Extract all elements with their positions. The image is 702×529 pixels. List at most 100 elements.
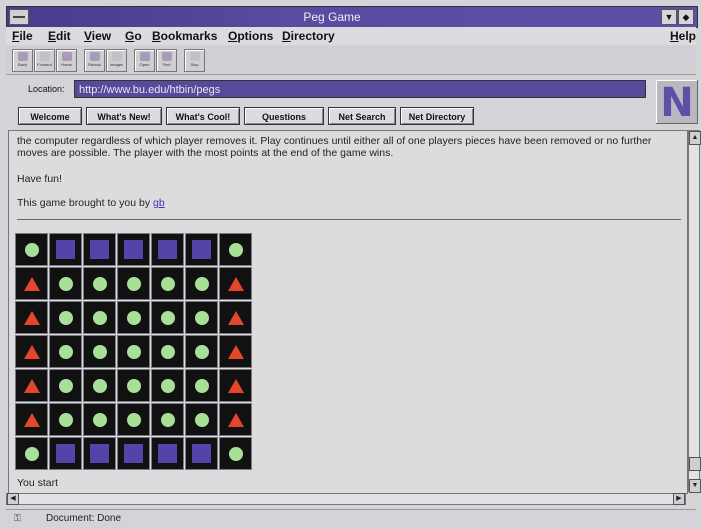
status-text: Document: Done	[46, 513, 122, 524]
board-cell[interactable]	[219, 267, 252, 300]
board-cell[interactable]	[151, 369, 184, 402]
green-peg-icon	[93, 345, 107, 359]
horizontal-scrollbar[interactable]: ◀ ▶	[6, 493, 686, 505]
green-peg-icon	[59, 311, 73, 325]
menu-file[interactable]: File	[12, 29, 33, 43]
board-cell[interactable]	[49, 369, 82, 402]
red-triangle-piece-icon	[24, 277, 40, 291]
menu-edit[interactable]: Edit	[48, 29, 71, 43]
scroll-right-icon[interactable]: ▶	[673, 493, 685, 505]
green-peg-icon	[59, 413, 73, 427]
welcome-button[interactable]: Welcome	[18, 107, 82, 125]
scroll-up-icon[interactable]: ▲	[689, 131, 701, 145]
green-peg-icon	[161, 311, 175, 325]
board-cell[interactable]	[151, 335, 184, 368]
board-cell[interactable]	[15, 335, 48, 368]
board-cell[interactable]	[117, 301, 150, 334]
you-start-text: You start	[17, 477, 59, 489]
board-cell[interactable]	[49, 403, 82, 436]
menu-view[interactable]: View	[84, 29, 111, 43]
board-cell[interactable]	[117, 335, 150, 368]
board-cell[interactable]	[151, 403, 184, 436]
green-peg-icon	[195, 277, 209, 291]
board-cell[interactable]	[151, 437, 184, 470]
board-cell[interactable]	[219, 301, 252, 334]
board-cell[interactable]	[219, 369, 252, 402]
menu-directory[interactable]: Directory	[282, 29, 335, 43]
board-cell[interactable]	[117, 437, 150, 470]
board-cell[interactable]	[151, 267, 184, 300]
blue-square-piece-icon	[124, 444, 143, 463]
credit-prefix: This game brought to you by	[17, 197, 153, 209]
board-cell[interactable]	[49, 267, 82, 300]
board-cell[interactable]	[15, 403, 48, 436]
board-cell[interactable]	[83, 335, 116, 368]
green-peg-icon	[127, 379, 141, 393]
green-peg-icon	[161, 379, 175, 393]
board-cell[interactable]	[219, 403, 252, 436]
board-cell[interactable]	[185, 369, 218, 402]
location-input[interactable]: http://www.bu.edu/htbin/pegs	[74, 80, 646, 98]
board-cell[interactable]	[185, 335, 218, 368]
blue-square-piece-icon	[158, 444, 177, 463]
stop-button[interactable]: Stop	[184, 49, 205, 72]
board-cell[interactable]	[83, 369, 116, 402]
questions-button[interactable]: Questions	[244, 107, 324, 125]
whats-cool-button[interactable]: What's Cool!	[166, 107, 240, 125]
board-cell[interactable]	[15, 369, 48, 402]
scroll-left-icon[interactable]: ◀	[7, 493, 19, 505]
board-cell[interactable]	[117, 403, 150, 436]
board-cell[interactable]	[49, 301, 82, 334]
home-button[interactable]: Home	[56, 49, 77, 72]
scroll-thumb[interactable]	[689, 457, 701, 471]
menu-help[interactable]: Help	[670, 29, 696, 43]
back-button[interactable]: Back	[12, 49, 33, 72]
board-cell[interactable]	[83, 267, 116, 300]
find-button[interactable]: Find	[156, 49, 177, 72]
green-peg-icon	[161, 277, 175, 291]
board-cell[interactable]	[117, 369, 150, 402]
board-cell[interactable]	[49, 233, 82, 266]
board-cell[interactable]	[151, 301, 184, 334]
whats-new-button[interactable]: What's New!	[86, 107, 162, 125]
board-cell[interactable]	[49, 437, 82, 470]
images-button[interactable]: Images	[106, 49, 127, 72]
board-cell[interactable]	[185, 267, 218, 300]
credit-link[interactable]: gb	[153, 197, 165, 209]
board-cell[interactable]	[219, 335, 252, 368]
board-cell[interactable]	[185, 301, 218, 334]
board-cell[interactable]	[185, 403, 218, 436]
minimize-icon[interactable]: ▼	[661, 9, 677, 25]
board-cell[interactable]	[15, 267, 48, 300]
board-cell[interactable]	[117, 233, 150, 266]
board-cell[interactable]	[49, 335, 82, 368]
board-cell[interactable]	[83, 403, 116, 436]
status-bar: ⚿ Document: Done	[6, 509, 696, 526]
board-cell[interactable]	[185, 437, 218, 470]
scroll-down-icon[interactable]: ▼	[689, 479, 701, 493]
board-cell[interactable]	[151, 233, 184, 266]
green-peg-icon	[195, 413, 209, 427]
home-icon	[61, 52, 72, 61]
forward-button[interactable]: Forward	[34, 49, 55, 72]
menu-options[interactable]: Options	[228, 29, 273, 43]
board-cell[interactable]	[83, 301, 116, 334]
menu-bookmarks[interactable]: Bookmarks	[152, 29, 217, 43]
board-cell[interactable]	[83, 437, 116, 470]
board-cell[interactable]	[219, 233, 252, 266]
board-cell[interactable]	[117, 267, 150, 300]
net-search-button[interactable]: Net Search	[328, 107, 396, 125]
board-cell[interactable]	[15, 233, 48, 266]
reload-button[interactable]: Reload	[84, 49, 105, 72]
net-directory-button[interactable]: Net Directory	[400, 107, 474, 125]
maximize-icon[interactable]: ◆	[678, 9, 694, 25]
vertical-scrollbar[interactable]: ▲ ▼	[688, 130, 701, 493]
menu-go[interactable]: Go	[125, 29, 142, 43]
board-cell[interactable]	[83, 233, 116, 266]
open-button[interactable]: Open	[134, 49, 155, 72]
board-cell[interactable]	[15, 301, 48, 334]
board-cell[interactable]	[15, 437, 48, 470]
green-peg-icon	[25, 243, 39, 257]
board-cell[interactable]	[219, 437, 252, 470]
board-cell[interactable]	[185, 233, 218, 266]
